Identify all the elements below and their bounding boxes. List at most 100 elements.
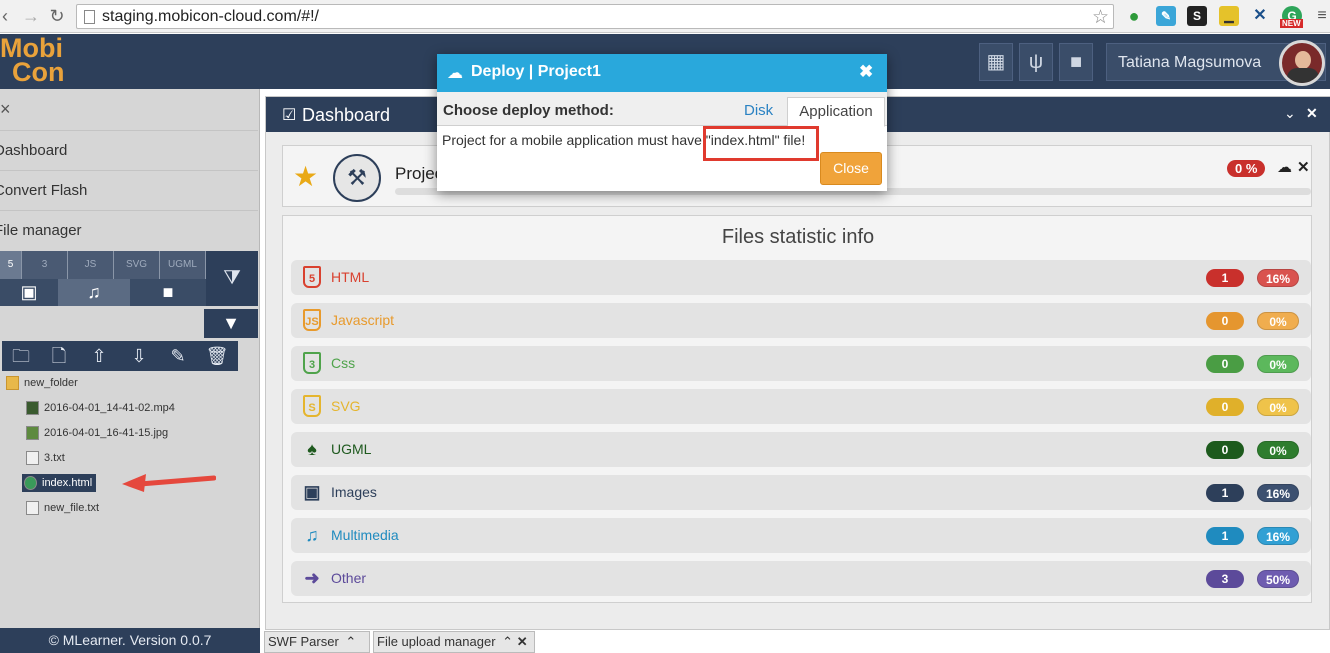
dialog-header: ☁ Deploy | Project1 ✖ bbox=[437, 54, 887, 92]
extension-feather-icon[interactable]: ✎ bbox=[1156, 6, 1176, 26]
progress-badge: 0 % bbox=[1227, 160, 1266, 177]
tab-swf-parser[interactable]: SWF Parser ⌃ ✕ bbox=[264, 631, 370, 653]
svg-filter-icon[interactable]: SVG bbox=[114, 251, 160, 279]
tree-item-label: index.html bbox=[42, 477, 93, 489]
app-logo[interactable]: Mobi Con bbox=[0, 35, 65, 87]
css3-filter-icon[interactable]: 3 bbox=[22, 251, 68, 279]
stat-count-badge: 0 bbox=[1206, 441, 1244, 459]
logo-line2: Con bbox=[12, 57, 65, 87]
stat-percent-badge: 50% bbox=[1257, 570, 1299, 588]
bookmark-star-icon[interactable]: ☆ bbox=[1092, 6, 1109, 29]
stat-label: Css bbox=[331, 355, 356, 371]
new-file-icon[interactable]: 🗋 bbox=[40, 341, 78, 371]
tab-label: SWF Parser bbox=[268, 634, 339, 649]
sidebar-footer: © MLearner. Version 0.0.7 bbox=[0, 628, 260, 653]
video-filter-icon[interactable]: ■ bbox=[130, 279, 206, 306]
sidebar-item-label: File manager bbox=[0, 222, 82, 239]
tree-item-file[interactable]: 2016-04-01_16-41-15.jpg bbox=[24, 424, 168, 442]
filter-icon[interactable]: ▼ bbox=[204, 309, 258, 338]
tree-item-label: 2016-04-01_14-41-02.mp4 bbox=[44, 402, 175, 414]
extension-s-icon[interactable]: S bbox=[1187, 6, 1207, 26]
stat-percent-badge: 0% bbox=[1257, 398, 1299, 416]
cloud-upload-icon[interactable]: ☁ bbox=[1277, 158, 1292, 176]
tree-item-file[interactable]: 2016-04-01_14-41-02.mp4 bbox=[24, 399, 175, 417]
sidebar-item-label: Convert Flash bbox=[0, 182, 88, 199]
tree-item-file[interactable]: new_file.txt bbox=[24, 499, 99, 517]
download-icon[interactable]: ⇩ bbox=[120, 341, 158, 371]
menu-icon[interactable]: ≡ bbox=[1312, 6, 1330, 26]
delete-icon[interactable]: 🗑 bbox=[198, 341, 236, 371]
close-icon[interactable]: ✕ bbox=[517, 634, 528, 649]
files-statistic-panel: Files statistic info 5 HTML 1 16% JS Javascri… bbox=[282, 215, 1312, 603]
html5-filter-icon[interactable]: 5 bbox=[0, 251, 22, 279]
ugml-filter-icon[interactable]: UGML bbox=[160, 251, 206, 279]
new-badge: NEW bbox=[1280, 19, 1303, 28]
tree-item-file-selected[interactable]: index.html bbox=[22, 474, 97, 492]
star-icon[interactable]: ★ bbox=[293, 160, 318, 193]
css3-icon: 3 bbox=[303, 352, 321, 374]
edit-icon[interactable]: ✎ bbox=[159, 341, 197, 371]
stat-count-badge: 0 bbox=[1206, 312, 1244, 330]
video-file-icon bbox=[26, 401, 39, 415]
sidebar-item-file-manager[interactable]: File manager bbox=[0, 210, 258, 250]
expand-icon[interactable]: ⌃ bbox=[502, 634, 513, 649]
upload-icon[interactable]: ⇧ bbox=[80, 341, 118, 371]
sidebar-item-dashboard[interactable]: Dashboard bbox=[0, 130, 258, 170]
clear-filter-icon[interactable]: ⧩ bbox=[206, 251, 258, 306]
stat-count-badge: 1 bbox=[1206, 484, 1244, 502]
user-name: Tatiana Magsumova bbox=[1118, 54, 1262, 71]
new-folder-icon[interactable]: 🗀 bbox=[2, 341, 40, 371]
extension-chart-icon[interactable]: ▁ bbox=[1219, 6, 1239, 26]
stat-count-badge: 0 bbox=[1206, 398, 1244, 416]
stop-icon[interactable]: ■ bbox=[1059, 43, 1093, 81]
stat-label: Images bbox=[331, 484, 377, 500]
folder-icon bbox=[6, 376, 19, 390]
extension-green-icon[interactable]: ● bbox=[1124, 6, 1144, 26]
stat-row: ♫ Multimedia 1 16% bbox=[291, 518, 1311, 553]
back-arrow-icon[interactable]: ‹ bbox=[0, 5, 16, 27]
file-toolbar: 🗀 🗋 ⇧ ⇩ ✎ 🗑 bbox=[2, 341, 238, 371]
tree-item-file[interactable]: 3.txt bbox=[24, 449, 65, 467]
stat-label: UGML bbox=[331, 441, 372, 457]
stat-count-badge: 1 bbox=[1206, 269, 1244, 287]
tab-application[interactable]: Application bbox=[787, 97, 885, 127]
user-menu[interactable]: Tatiana Magsumova bbox=[1106, 40, 1326, 86]
stat-row: 3 Css 0 0% bbox=[291, 346, 1311, 381]
stat-row: ♠ UGML 0 0% bbox=[291, 432, 1311, 467]
stat-label: Other bbox=[331, 570, 367, 586]
tab-file-upload-manager[interactable]: File upload manager ⌃ ✕ bbox=[373, 631, 535, 653]
html-file-icon bbox=[24, 476, 37, 490]
close-button[interactable]: Close bbox=[820, 152, 882, 185]
music-filter-icon[interactable]: ♫ bbox=[58, 279, 130, 306]
stat-percent-badge: 16% bbox=[1257, 269, 1299, 287]
collapse-icon[interactable]: ⌄ bbox=[1284, 105, 1296, 122]
stat-percent-badge: 0% bbox=[1257, 312, 1299, 330]
tab-disk[interactable]: Disk bbox=[744, 102, 773, 119]
close-icon[interactable]: × bbox=[0, 99, 11, 120]
sidebar-item-convert-flash[interactable]: Convert Flash bbox=[0, 170, 258, 210]
reload-icon[interactable]: ↻ bbox=[46, 5, 68, 27]
forward-arrow-icon[interactable]: → bbox=[20, 5, 42, 27]
tab-label: File upload manager bbox=[377, 634, 496, 649]
tree-item-label: 3.txt bbox=[44, 452, 65, 464]
extension-person-icon[interactable]: ✕ bbox=[1250, 6, 1270, 26]
address-bar[interactable]: staging.mobicon-cloud.com/#!/ ☆ bbox=[76, 4, 1114, 29]
js-filter-icon[interactable]: JS bbox=[68, 251, 114, 279]
close-icon[interactable]: ✕ bbox=[1306, 105, 1318, 122]
arrow-circle-icon: ➜ bbox=[304, 568, 320, 588]
close-icon[interactable]: ✕ bbox=[1297, 158, 1310, 176]
file-search-input[interactable] bbox=[0, 308, 203, 338]
svg-icon: S bbox=[303, 395, 321, 417]
cloud-upload-icon: ☁ bbox=[447, 65, 463, 82]
calendar-icon[interactable]: ▦ bbox=[979, 43, 1013, 81]
javascript-icon: JS bbox=[303, 309, 321, 331]
expand-icon[interactable]: ⌃ bbox=[345, 634, 356, 649]
branch-icon[interactable]: ψ bbox=[1019, 43, 1053, 81]
stat-label: SVG bbox=[331, 398, 361, 414]
deploy-method-label: Choose deploy method: bbox=[443, 102, 614, 119]
hammer-icon[interactable]: ⚒ bbox=[333, 154, 381, 202]
avatar[interactable] bbox=[1279, 40, 1325, 86]
tree-item-folder[interactable]: new_folder bbox=[4, 374, 78, 392]
close-icon[interactable]: ✖ bbox=[859, 62, 873, 82]
image-filter-icon[interactable]: ▣ bbox=[0, 279, 58, 306]
